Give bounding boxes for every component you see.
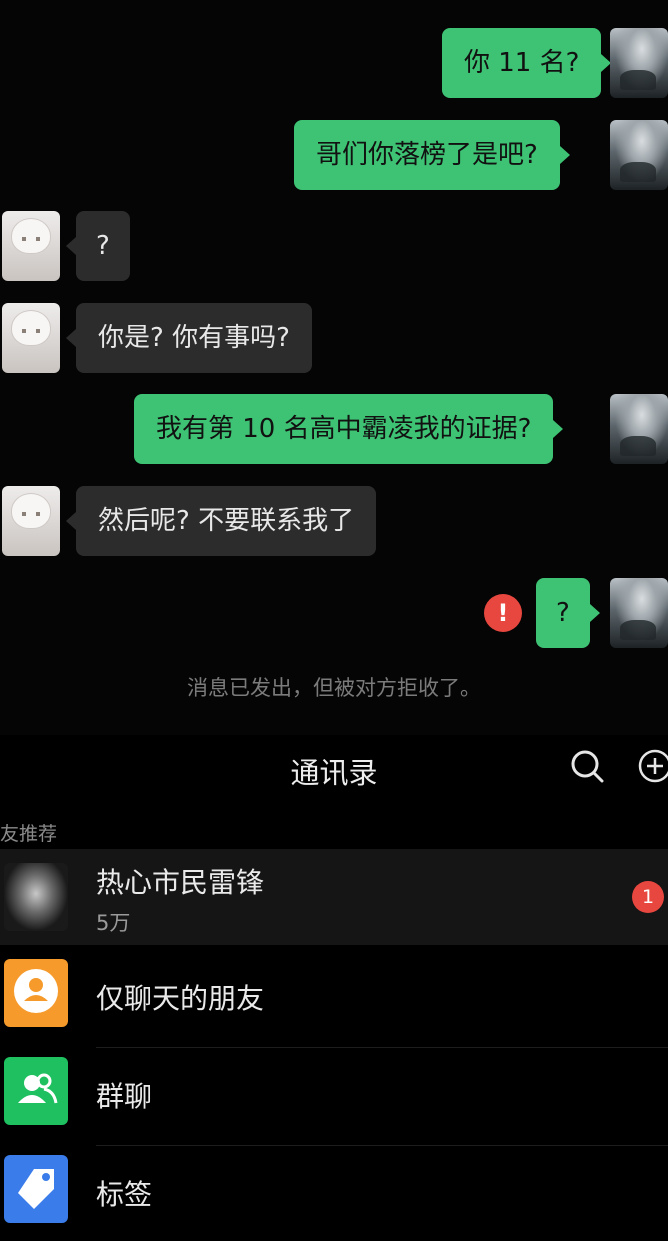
self-avatar[interactable] [610, 578, 668, 648]
contact-avatar[interactable] [2, 303, 60, 373]
contact-row-recommended[interactable]: 热心市民雷锋 5万 1 [0, 849, 668, 945]
menu-item-label: 群聊 [96, 1080, 153, 1113]
contact-row-group-chat[interactable]: 群聊 [0, 1047, 668, 1143]
contact-subtitle: 5万 [96, 911, 131, 935]
tag-icon [4, 1155, 68, 1223]
self-avatar[interactable] [610, 394, 668, 464]
message-bubble-incoming[interactable]: ? [66, 211, 130, 281]
message-bubble-outgoing[interactable]: 我有第 10 名高中霸凌我的证据? [134, 394, 564, 464]
contact-avatar[interactable] [2, 486, 60, 556]
menu-item-label: 标签 [96, 1178, 153, 1211]
section-label: 朋友推荐 [0, 823, 58, 845]
divider [96, 1047, 668, 1048]
contact-avatar[interactable] [2, 211, 60, 281]
divider [96, 1145, 668, 1146]
message-bubble-outgoing-failed[interactable]: ? [536, 578, 600, 648]
message-bubble-outgoing[interactable]: 哥们你落榜了是吧? [294, 120, 570, 190]
system-notice: 消息已发出，但被对方拒收了。 [187, 676, 481, 700]
page-title: 通讯录 [290, 756, 378, 790]
avatar [4, 863, 68, 931]
self-avatar[interactable] [610, 28, 668, 98]
chat-only-friends-icon [4, 959, 68, 1027]
chat-area: 你 11 名? 哥们你落榜了是吧? ? 你是? 你有事吗? 我有第 10 名高中… [0, 0, 668, 735]
menu-item-label: 仅聊天的朋友 [96, 982, 265, 1015]
search-icon[interactable] [570, 749, 604, 783]
message-bubble-incoming[interactable]: 你是? 你有事吗? [66, 303, 312, 373]
message-bubble-incoming[interactable]: 然后呢? 不要联系我了 [65, 486, 377, 556]
group-chat-icon [4, 1057, 68, 1125]
contact-row-tags[interactable]: 标签 [0, 1145, 668, 1241]
send-failed-icon[interactable]: ! [484, 594, 522, 632]
unread-badge: 1 [632, 881, 664, 913]
contacts-page: 通讯录 朋友推荐 热心市民雷锋 5万 1 仅聊天的朋友 [0, 735, 668, 1223]
contact-row-chat-only-friends[interactable]: 仅聊天的朋友 [0, 949, 668, 1045]
contact-name: 热心市民雷锋 [96, 866, 265, 899]
add-icon[interactable] [638, 749, 668, 783]
message-bubble-outgoing[interactable]: 你 11 名? [442, 28, 612, 98]
self-avatar[interactable] [610, 120, 668, 190]
